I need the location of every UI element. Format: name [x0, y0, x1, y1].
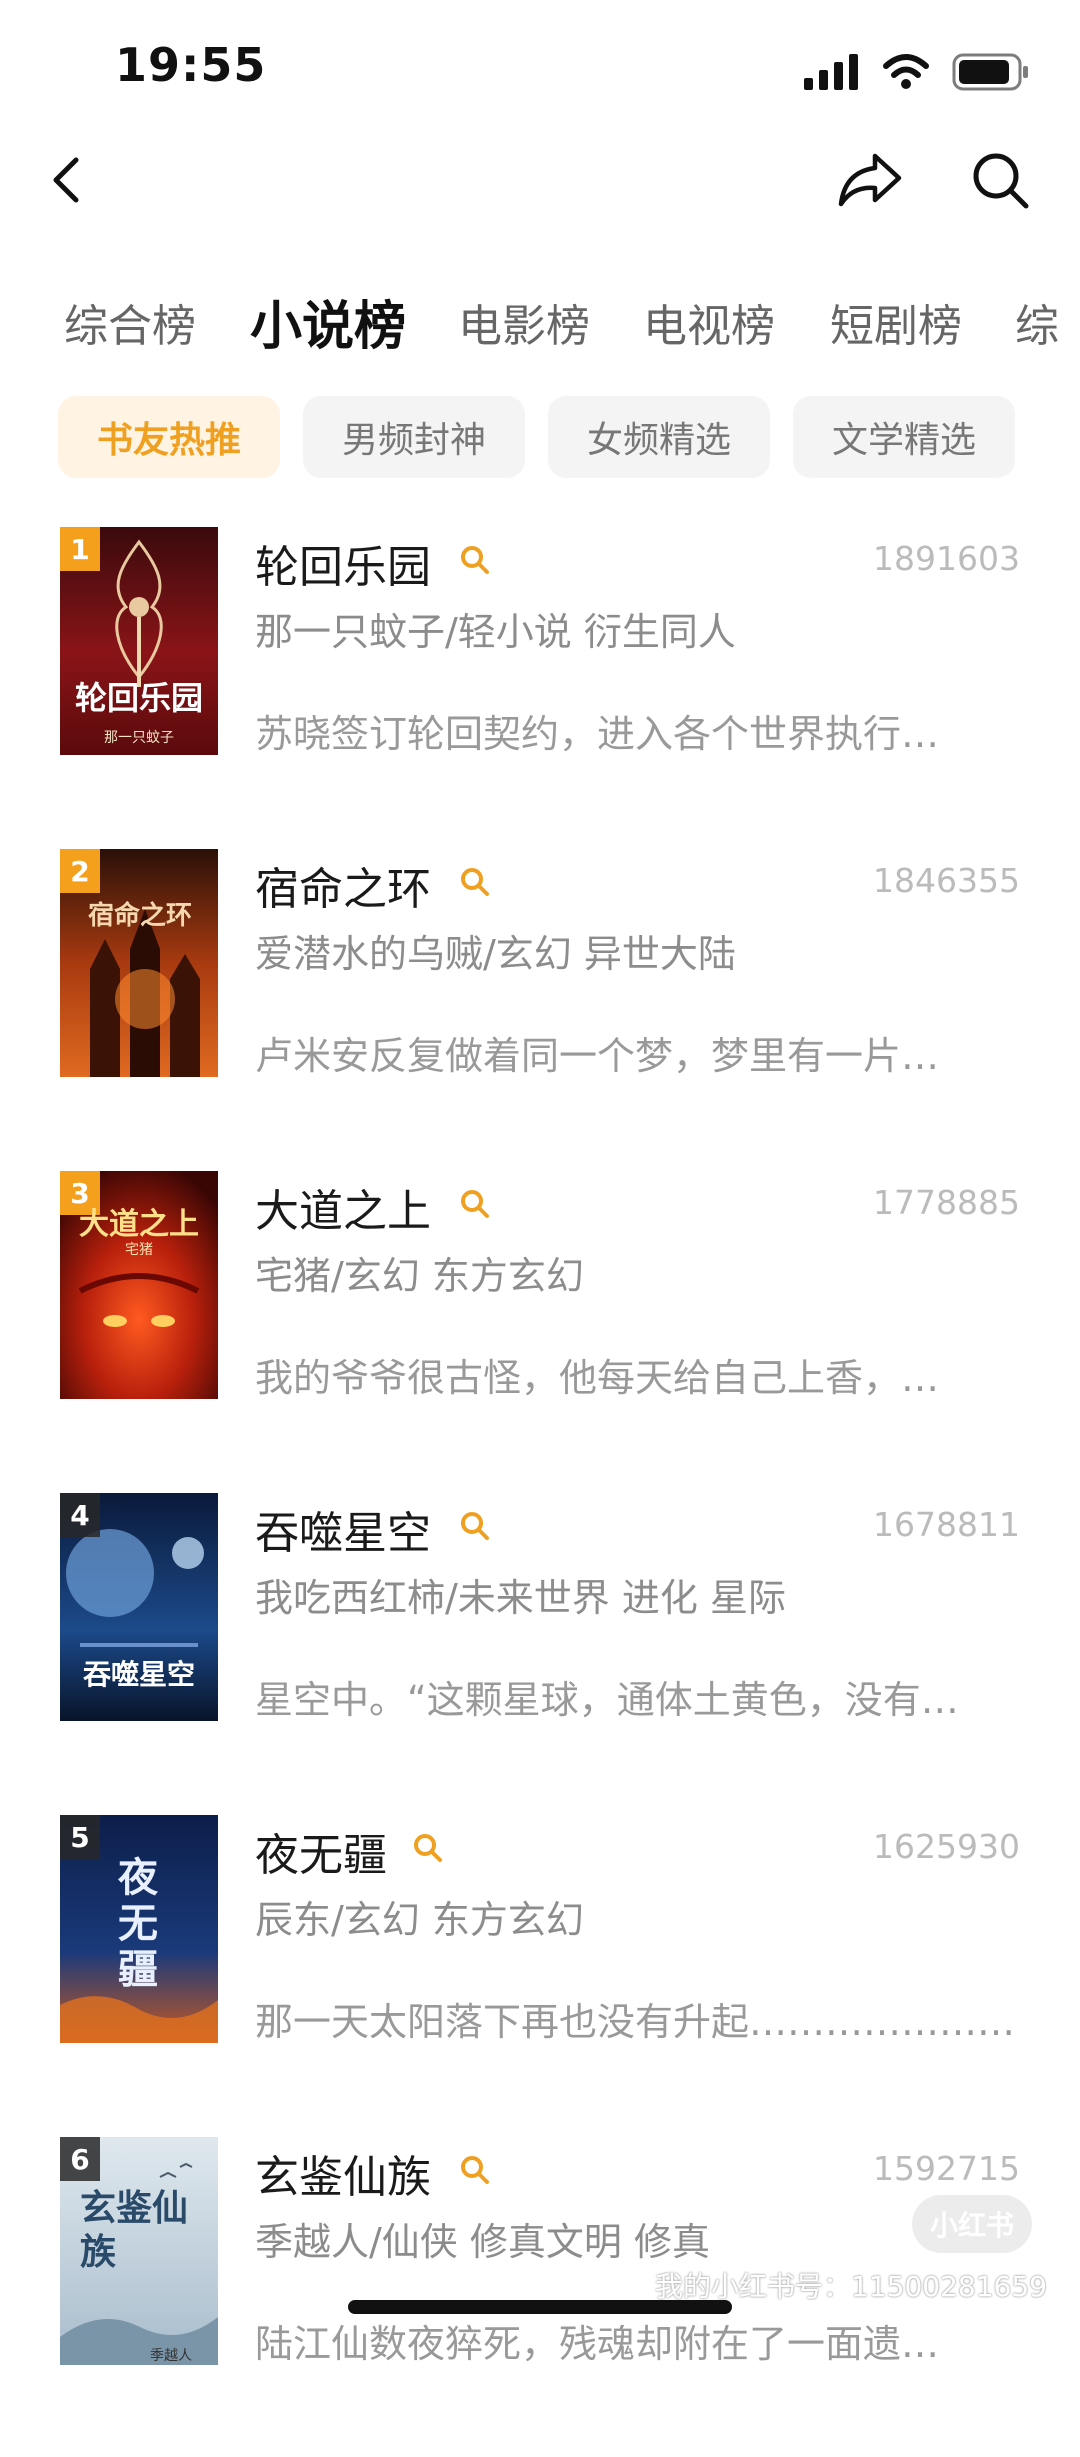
search-icon[interactable]	[458, 1187, 492, 1221]
tab-more[interactable]: 综	[1015, 290, 1059, 354]
book-score: 1592715	[873, 2149, 1020, 2188]
book-meta: 那一只蚊子/轻小说 衍生同人	[255, 610, 736, 654]
tab-short-drama[interactable]: 短剧榜	[830, 290, 962, 354]
watermark-logo: 小红书	[912, 2195, 1032, 2253]
book-score: 1625930	[873, 1827, 1020, 1866]
cover-author: 宅猪	[125, 1242, 153, 1258]
book-meta: 季越人/仙侠 修真文明 修真	[255, 2220, 710, 2264]
book-meta: 辰东/玄幻 东方玄幻	[255, 1898, 584, 1942]
book-title: 轮回乐园	[255, 542, 431, 593]
cover-author: 季越人	[150, 2348, 192, 2364]
share-arrow-icon	[838, 153, 902, 207]
tab-novel[interactable]: 小说榜	[250, 290, 406, 359]
rank-badge: 2	[60, 849, 100, 893]
book-title: 夜无疆	[255, 1830, 387, 1881]
cover-title: 轮回乐园	[74, 679, 203, 717]
status-time: 19:55	[115, 38, 267, 92]
list-item[interactable]: 3 大道之上 宅猪 大道之上 1778885 宅猪/玄幻 东方玄幻 我的爷爷很古…	[0, 1169, 1080, 1491]
book-title: 玄鉴仙族	[255, 2152, 431, 2203]
nav-bar	[0, 130, 1080, 230]
share-button[interactable]	[835, 150, 905, 210]
search-icon[interactable]	[458, 2153, 492, 2187]
search-button[interactable]	[968, 148, 1032, 212]
category-tabs: 综合榜 小说榜 电影榜 电视榜 短剧榜 综	[0, 290, 1080, 370]
signal-icon	[804, 54, 858, 90]
list-item[interactable]: 2 宿命之环 宿命之环 1846355 爱潜水的乌贼/玄幻 异世大陆 卢米安反复…	[0, 847, 1080, 1169]
book-desc: 陆江仙数夜猝死，残魂却附在了一面遗…	[255, 2322, 940, 2366]
filter-chips: 书友热推 男频封神 女频精选 文学精选	[0, 396, 1080, 478]
search-icon[interactable]	[458, 865, 492, 899]
tab-composite[interactable]: 综合榜	[64, 290, 196, 354]
book-score: 1891603	[873, 539, 1020, 578]
book-score: 1678811	[873, 1505, 1020, 1544]
search-icon	[973, 153, 1029, 209]
book-cover: 5 夜无疆	[60, 1815, 218, 2043]
chevron-left-icon	[53, 157, 79, 203]
book-score: 1846355	[873, 861, 1020, 900]
book-desc: 我的爷爷很古怪，他每天给自己上香，…	[255, 1356, 940, 1400]
book-meta: 宅猪/玄幻 东方玄幻	[255, 1254, 584, 1298]
chip-literature-select[interactable]: 文学精选	[793, 396, 1015, 478]
search-icon[interactable]	[411, 1831, 445, 1865]
wifi-icon	[883, 54, 929, 89]
book-cover: 3 大道之上 宅猪	[60, 1171, 218, 1399]
chip-female-select[interactable]: 女频精选	[548, 396, 770, 478]
status-bar: 19:55	[0, 0, 1080, 140]
book-desc: 星空中。“这颗星球，通体土黄色，没有…	[255, 1678, 959, 1722]
book-desc: 卢米安反复做着同一个梦，梦里有一片…	[255, 1034, 940, 1078]
battery-icon	[952, 53, 1028, 91]
list-item[interactable]: 4 吞噬星空 吞噬星空 1678811 我吃西红柿/未来世界 进化 星际 星空中…	[0, 1491, 1080, 1813]
cover-title: 夜无疆	[118, 1855, 158, 1993]
search-icon[interactable]	[458, 543, 492, 577]
book-cover: 1 轮回乐园 那一只蚊子	[60, 527, 218, 755]
home-indicator[interactable]	[348, 2300, 732, 2314]
book-cover: 2 宿命之环	[60, 849, 218, 1077]
cover-title: 吞噬星空	[82, 1658, 195, 1691]
book-cover: 6 玄鉴仙族 季越人	[60, 2137, 218, 2365]
book-meta: 我吃西红柿/未来世界 进化 星际	[255, 1576, 786, 1620]
chip-male-top[interactable]: 男频封神	[303, 396, 525, 478]
rank-badge: 6	[60, 2137, 100, 2181]
chip-reader-picks[interactable]: 书友热推	[58, 396, 280, 478]
rank-badge: 1	[60, 527, 100, 571]
book-title: 大道之上	[255, 1186, 431, 1237]
book-score: 1778885	[873, 1183, 1020, 1222]
cover-title: 大道之上	[79, 1207, 199, 1242]
list-item[interactable]: 5 夜无疆 夜无疆 1625930 辰东/玄幻 东方玄幻 那一天太阳落下再也没有…	[0, 1813, 1080, 2135]
book-cover: 4 吞噬星空	[60, 1493, 218, 1721]
tab-tv[interactable]: 电视榜	[643, 290, 775, 354]
list-item[interactable]: 1 轮回乐园 那一只蚊子 轮回乐园 1891603 那一只蚊子/轻小说 衍生同人…	[0, 525, 1080, 847]
book-title: 吞噬星空	[255, 1508, 431, 1559]
book-title: 宿命之环	[255, 864, 431, 915]
book-desc: 那一天太阳落下再也没有升起…………………	[255, 2000, 1015, 2044]
cover-author: 那一只蚊子	[104, 730, 174, 746]
tab-movie[interactable]: 电影榜	[458, 290, 590, 354]
back-button[interactable]	[40, 150, 100, 210]
book-desc: 苏晓签订轮回契约，进入各个世界执行…	[255, 712, 940, 756]
status-icons	[804, 50, 1030, 94]
search-icon[interactable]	[458, 1509, 492, 1543]
cover-title: 宿命之环	[87, 901, 192, 931]
rank-badge: 5	[60, 1815, 100, 1859]
book-meta: 爱潜水的乌贼/玄幻 异世大陆	[255, 932, 736, 976]
watermark-id: 我的小红书号：11500281659	[655, 2270, 1047, 2303]
rank-badge: 4	[60, 1493, 100, 1537]
cover-title: 玄鉴仙族	[80, 2188, 189, 2273]
